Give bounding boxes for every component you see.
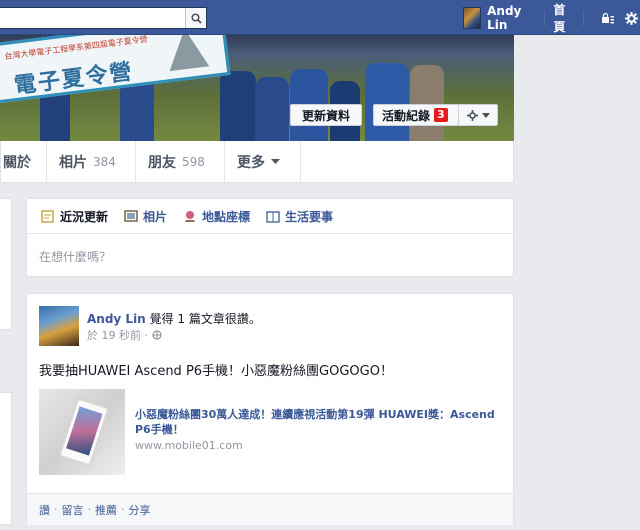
gear-icon <box>466 109 478 121</box>
gear-icon <box>625 11 639 25</box>
post-meta: 於 19 秒前 · <box>87 327 162 343</box>
search-button[interactable] <box>185 8 206 28</box>
place-icon <box>185 210 196 222</box>
tab-more[interactable]: 更多 <box>225 141 301 182</box>
composer-input[interactable]: 在想什麼嗎？ <box>27 234 513 279</box>
composer-tabs: 近況更新 相片 地點座標 生活要事 <box>27 199 513 234</box>
life-event-icon <box>266 210 280 223</box>
search-input[interactable] <box>0 8 185 28</box>
nav-divider <box>582 10 584 26</box>
cover-figure <box>220 71 256 141</box>
link-thumbnail[interactable] <box>39 389 125 475</box>
tab-label: 相片 <box>59 154 87 171</box>
post-timestamp[interactable]: 於 19 秒前 · <box>87 327 148 343</box>
banner-title: 電子夏令營 <box>12 59 135 100</box>
link-preview-card[interactable]: 小惡魔粉絲團30萬人達成！連續應視活動第19彈 HUAWEI獎：Ascend P… <box>39 389 503 477</box>
composer-tab-place[interactable]: 地點座標 <box>183 208 250 225</box>
settings-button[interactable] <box>624 8 640 28</box>
post-author-avatar[interactable] <box>39 306 79 346</box>
privacy-shortcuts-button[interactable] <box>600 8 616 28</box>
phone-screen <box>66 406 103 456</box>
tab-label: 關於 <box>3 154 31 171</box>
cover-figure <box>410 65 444 141</box>
user-name-link[interactable]: Andy Lin <box>487 4 534 32</box>
search-icon <box>190 12 202 24</box>
composer-tab-photo[interactable]: 相片 <box>124 208 167 225</box>
profile-tabs: 關於 相片 384 朋友 598 更多 <box>0 141 514 183</box>
like-link[interactable]: 讚 <box>39 502 50 518</box>
tab-label: 更多 <box>237 154 265 171</box>
composer-tab-label: 相片 <box>143 209 168 224</box>
update-info-button[interactable]: 更新資料 <box>290 104 362 126</box>
search-box <box>0 7 207 29</box>
separator-dot: · <box>87 503 92 516</box>
post-header: Andy Lin 覺得 1 篇文章很讚。 <box>87 310 261 327</box>
activity-log-button[interactable]: 活動紀錄 3 <box>373 104 459 126</box>
post-author-link[interactable]: Andy Lin <box>87 312 146 326</box>
separator-dot: · <box>54 503 58 516</box>
composer-tab-label: 地點座標 <box>202 209 251 224</box>
cover-figure <box>365 63 409 141</box>
share-link[interactable]: 分享 <box>129 502 151 518</box>
globe-icon <box>152 330 162 340</box>
link-title[interactable]: 小惡魔粉絲團30萬人達成！連續應視活動第19彈 HUAWEI獎：Ascend P… <box>135 407 495 437</box>
nav-right: Andy Lin 首頁 <box>463 3 640 34</box>
recommend-link[interactable]: 推薦 <box>95 502 117 518</box>
chevron-down-icon <box>481 112 490 118</box>
lock-icon <box>601 12 614 24</box>
top-navigation-bar: Andy Lin 首頁 <box>0 0 640 35</box>
banner-logo <box>164 35 210 72</box>
tab-count: 384 <box>93 154 116 169</box>
phone-image <box>58 397 110 467</box>
separator-dot: · <box>121 503 125 516</box>
photo-icon <box>124 209 138 222</box>
composer-tab-label: 生活要事 <box>285 209 334 224</box>
user-avatar[interactable] <box>463 7 482 29</box>
left-column-card <box>0 198 12 330</box>
left-column-card <box>0 392 12 525</box>
notification-badge: 3 <box>434 108 448 122</box>
link-domain: www.mobile01.com <box>135 439 243 452</box>
right-gutter <box>515 35 640 530</box>
post-action-text: 覺得 1 篇文章很讚。 <box>145 312 261 326</box>
camp-banner: 台灣大學電子工程學系第四屆電子夏令營 電子夏令營 <box>0 35 231 105</box>
chevron-down-icon <box>271 159 280 164</box>
status-composer: 近況更新 相片 地點座標 生活要事 在想什麼嗎？ <box>26 198 514 277</box>
news-feed-post: Andy Lin 覺得 1 篇文章很讚。 於 19 秒前 · 我要抽HUAWEI… <box>26 293 514 525</box>
composer-tab-label: 近況更新 <box>60 209 109 224</box>
tab-photos[interactable]: 相片 384 <box>47 141 136 182</box>
status-icon <box>41 209 54 223</box>
composer-tab-life-event[interactable]: 生活要事 <box>266 208 333 225</box>
composer-tab-status[interactable]: 近況更新 <box>41 208 108 225</box>
activity-log-label: 活動紀錄 <box>382 108 431 123</box>
tab-friends[interactable]: 朋友 598 <box>136 141 225 182</box>
profile-options-button[interactable] <box>458 104 498 126</box>
post-text: 我要抽HUAWEI Ascend P6手機！小惡魔粉絲團GOGOGO！ <box>39 364 393 379</box>
comment-link[interactable]: 留言 <box>62 502 84 518</box>
tab-label: 朋友 <box>148 154 176 171</box>
tab-about[interactable]: 關於 <box>1 141 47 182</box>
home-link[interactable]: 首頁 <box>553 1 572 35</box>
cover-figure <box>255 77 289 141</box>
post-action-bar: 讚 · 留言 · 推薦 · 分享 <box>27 493 513 525</box>
tab-count: 598 <box>182 154 205 169</box>
nav-divider <box>544 10 546 26</box>
